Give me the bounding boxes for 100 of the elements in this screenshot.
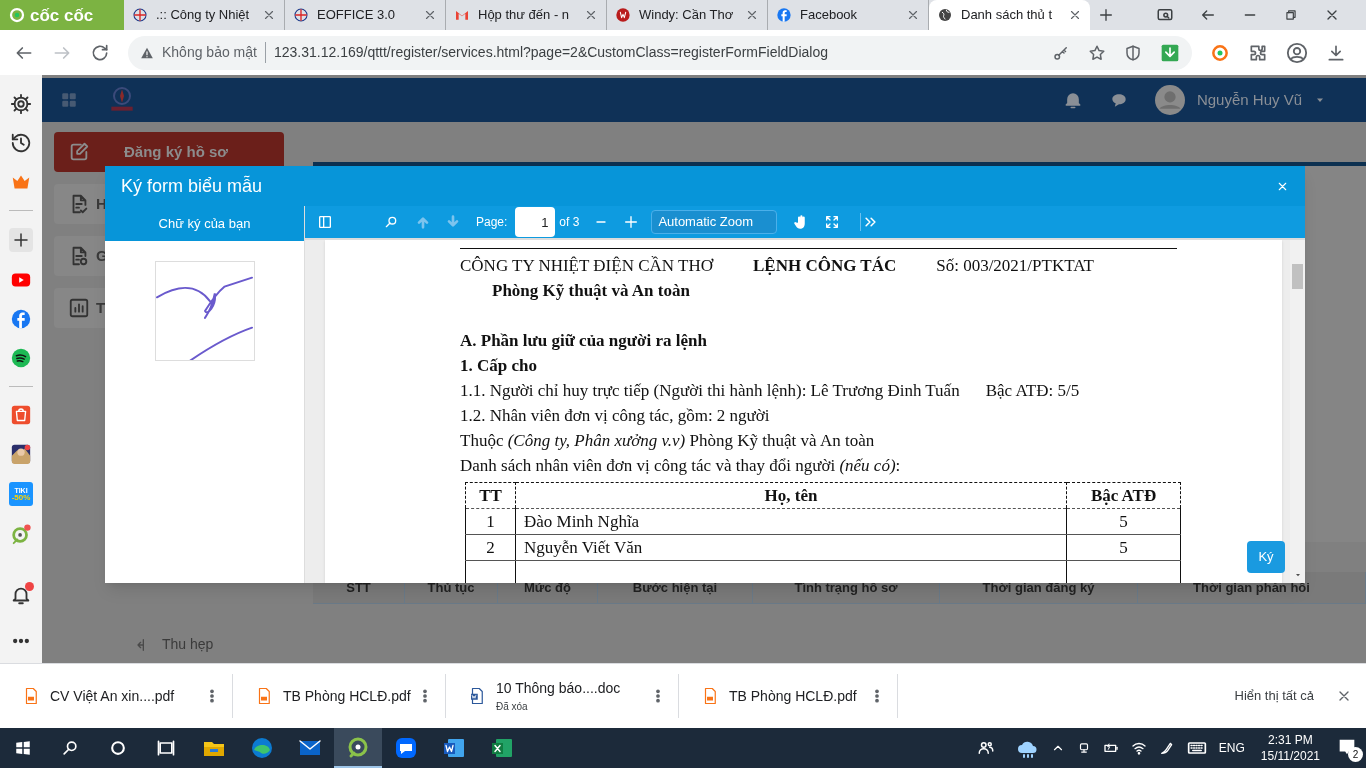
file-name: TB Phòng HCLĐ.pdf [729, 686, 858, 706]
people-icon[interactable] [976, 739, 995, 757]
settings-icon[interactable] [10, 93, 32, 115]
user-name[interactable]: Nguyễn Huy Vũ [1196, 88, 1302, 112]
tab-title: Hộp thư đến - n [478, 6, 571, 25]
spotify-icon[interactable] [10, 347, 32, 369]
scrollbar[interactable] [1290, 240, 1305, 583]
tab-close-icon[interactable] [906, 8, 920, 22]
language-indicator[interactable]: ENG [1218, 739, 1245, 757]
facebook-icon[interactable] [10, 308, 32, 330]
browser-logo-icon [8, 6, 26, 24]
company-name: CÔNG TY NHIỆT ĐIỆN CẦN THƠ [460, 255, 713, 277]
compass-logo-icon [132, 7, 148, 23]
show-all-link[interactable]: Hiển thị tất cả [1234, 686, 1314, 706]
paragraph: 1.1. Người chỉ huy trực tiếp (Người thi hành lệnh): Lê Trương Đinh Tuấn [460, 380, 960, 402]
page-count: of 3 [559, 214, 580, 231]
game-icon[interactable] [10, 443, 32, 465]
user-avatar[interactable] [1154, 85, 1185, 115]
add-icon[interactable] [9, 228, 33, 252]
column-header: Bậc ATĐ [1066, 482, 1181, 509]
download-item[interactable]: TB Phòng HCLĐ.pdf [679, 674, 898, 718]
task-view-icon[interactable] [156, 738, 176, 758]
scroll-down-icon[interactable] [1293, 571, 1302, 579]
spreadsheet-icon [490, 736, 514, 760]
profile-icon[interactable] [1286, 41, 1308, 64]
document-type: LỆNH CÔNG TÁC [752, 255, 897, 277]
restore-icon[interactable] [1284, 8, 1298, 22]
download-item[interactable]: 10 Thông báo....doc Đã xóa [446, 674, 679, 718]
department-name: Phòng Kỹ thuật và An toàn [491, 280, 691, 302]
notification-count: 2 [1348, 747, 1363, 762]
sidebar-toggle-icon[interactable] [317, 214, 333, 230]
tab-title: EOFFICE 3.0 [317, 6, 397, 25]
back-icon[interactable] [1200, 7, 1216, 23]
table-cell: 1 [465, 508, 516, 535]
tab-title: .:: Công ty Nhiệt [156, 6, 251, 25]
tab-close-icon[interactable] [584, 8, 598, 22]
tab-close-icon[interactable] [262, 8, 276, 22]
compass-logo-icon [293, 7, 309, 23]
table-cell: 5 [1066, 508, 1181, 535]
table-cell: 2 [465, 534, 516, 561]
download-item[interactable]: CV Việt An xin....pdf [0, 674, 233, 718]
clock[interactable]: 2:31 PM 15/11/2021 [1256, 732, 1324, 764]
discount-label: -50% [11, 493, 31, 502]
page-label: Page: [476, 214, 508, 231]
page-number-field[interactable]: 1 [515, 207, 556, 237]
paragraph: 1.2. Nhân viên đơn vị công tác, gồm: 2 người [460, 405, 770, 427]
reload-icon[interactable] [90, 42, 110, 63]
search-icon[interactable] [60, 738, 80, 758]
browser-tab[interactable]: Danh sách thủ t [929, 0, 1090, 30]
scrollbar-thumb[interactable] [1292, 264, 1303, 289]
tab-close-icon[interactable] [745, 8, 759, 22]
browser-swirl-icon [250, 736, 274, 760]
tab-title: Windy: Cần Thơ [639, 6, 735, 25]
file-status: Đã xóa [496, 700, 529, 714]
fullscreen-icon[interactable] [824, 214, 841, 230]
dialog-title: Ký form biểu mẫu [121, 174, 263, 198]
security-label: Không bảo mật [162, 42, 266, 63]
wifi-icon[interactable] [1130, 740, 1147, 756]
address-bar[interactable]: Không bảo mật 123.31.12.169/qttt/register/services.html?page=2&CustomClass=registerFormFieldDialog [128, 35, 1192, 70]
shield-icon[interactable] [1124, 43, 1142, 62]
panel-header: Chữ ký của bạn [105, 206, 304, 241]
globe-icon [937, 7, 953, 23]
word-document-icon [442, 736, 466, 760]
shopping-bag-icon[interactable] [10, 404, 32, 426]
download-item[interactable]: TB Phòng HCLĐ.pdf [233, 674, 446, 718]
signature-image[interactable] [154, 261, 255, 361]
column-header: Họ, tên [515, 482, 1067, 509]
nav-label: T [96, 297, 106, 318]
table-cell: Đào Minh Nghĩa [515, 508, 1067, 535]
bookmark-star-icon[interactable] [1088, 43, 1106, 62]
ring-logo-icon[interactable] [10, 523, 32, 545]
browser-logo-icon[interactable] [1210, 42, 1230, 63]
wind-logo-icon [615, 7, 631, 23]
start-icon[interactable] [14, 739, 32, 757]
tab-title: Facebook [800, 6, 859, 25]
chart-icon [68, 297, 90, 319]
paragraph: Thuộc (Công ty, Phân xưởng v.v) Phòng Kỹ thuật và An toàn [460, 430, 875, 452]
history-icon[interactable] [10, 132, 32, 154]
table-cell: 5 [1066, 534, 1181, 561]
section-heading: A. Phần lưu giữ của người ra lệnh [460, 330, 708, 352]
tab-close-icon[interactable] [423, 8, 437, 22]
file-name: 10 Thông báo....doc [496, 679, 622, 698]
tab-title: Danh sách thủ t [961, 6, 1054, 25]
column-header: TT [465, 482, 516, 509]
new-tab-icon[interactable] [1098, 7, 1114, 23]
edit-icon [68, 141, 90, 163]
file-name: CV Việt An xin....pdf [50, 686, 176, 706]
table-cell: Nguyễn Viết Văn [515, 534, 1067, 561]
ring-icon[interactable] [108, 738, 128, 758]
ring-logo-icon [346, 735, 370, 759]
paragraph: Bậc ATĐ: 5/5 [985, 380, 1080, 402]
document-number: Số: 003/2021/PTKTAT [936, 255, 1094, 277]
zoom-select[interactable]: Automatic Zoom [651, 210, 778, 234]
url-text: 123.31.12.169/qttt/register/services.html?page=2&CustomClass=registerFormFieldDialog [273, 43, 828, 62]
pen-icon[interactable] [1158, 740, 1175, 756]
tab-close-icon[interactable] [1068, 8, 1082, 22]
file-icon [468, 687, 486, 705]
nav-label: Đăng ký hồ sơ [124, 141, 229, 162]
browser-brand: cốc cốc [30, 6, 94, 24]
chat-app-icon [394, 736, 418, 760]
